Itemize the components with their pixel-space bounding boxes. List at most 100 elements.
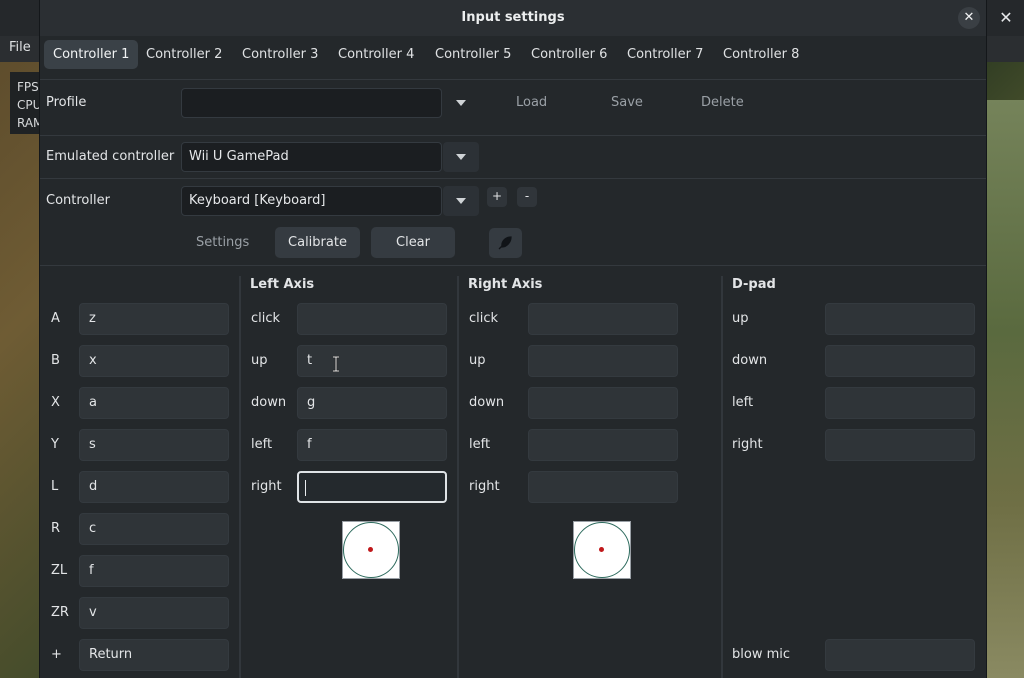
right-axis-right-label: right bbox=[469, 479, 500, 494]
button-a-value: z bbox=[89, 311, 96, 326]
button-y-mapping[interactable]: s bbox=[79, 429, 229, 461]
column-divider bbox=[239, 276, 241, 678]
tab-controller-1[interactable]: Controller 1 bbox=[44, 40, 139, 69]
feather-button[interactable] bbox=[489, 228, 522, 258]
left-axis-left-mapping[interactable]: f bbox=[297, 429, 447, 461]
tab-controller-2[interactable]: Controller 2 bbox=[137, 40, 231, 69]
left-axis-up-mapping[interactable]: t bbox=[297, 345, 447, 377]
button-y-value: s bbox=[89, 437, 96, 452]
button-l-value: d bbox=[89, 479, 98, 494]
button-x-value: a bbox=[89, 395, 97, 410]
dpad-down-mapping[interactable] bbox=[825, 345, 975, 377]
profile-dropdown-button[interactable] bbox=[443, 88, 479, 118]
feather-icon bbox=[498, 236, 512, 250]
right-axis-click-mapping[interactable] bbox=[528, 303, 678, 335]
left-axis-down-value: g bbox=[307, 395, 316, 410]
left-axis-up-value: t bbox=[307, 353, 313, 368]
left-stick-preview bbox=[342, 521, 400, 579]
left-stick-position-dot bbox=[368, 547, 373, 552]
button-label-b: B bbox=[51, 353, 60, 368]
emulated-controller-select[interactable]: Wii U GamePad bbox=[181, 142, 442, 172]
controller-select[interactable]: Keyboard [Keyboard] bbox=[181, 186, 442, 216]
right-axis-right-mapping[interactable] bbox=[528, 471, 678, 503]
button-label-zl: ZL bbox=[51, 563, 68, 578]
button-plus-mapping[interactable]: Return bbox=[79, 639, 229, 671]
save-button[interactable]: Save bbox=[611, 95, 643, 110]
calibrate-button[interactable]: Calibrate bbox=[275, 227, 360, 258]
dpad-up-mapping[interactable] bbox=[825, 303, 975, 335]
button-label-x: X bbox=[51, 395, 60, 410]
add-controller-button[interactable]: + bbox=[487, 187, 507, 207]
left-axis-left-label: left bbox=[251, 437, 273, 452]
profile-input[interactable] bbox=[181, 88, 442, 118]
emulated-controller-label: Emulated controller bbox=[46, 149, 175, 164]
dpad-left-label: left bbox=[732, 395, 754, 410]
left-axis-down-label: down bbox=[251, 395, 287, 410]
left-axis-right-mapping[interactable] bbox=[297, 471, 447, 503]
dpad-right-mapping[interactable] bbox=[825, 429, 975, 461]
button-l-mapping[interactable]: d bbox=[79, 471, 229, 503]
right-axis-title: Right Axis bbox=[468, 277, 543, 292]
profile-label: Profile bbox=[46, 95, 87, 110]
blow-mic-mapping[interactable] bbox=[825, 639, 975, 671]
left-axis-title: Left Axis bbox=[250, 277, 315, 292]
settings-button[interactable]: Settings bbox=[196, 235, 249, 250]
right-axis-down-mapping[interactable] bbox=[528, 387, 678, 419]
controller-dropdown-button[interactable] bbox=[443, 186, 479, 216]
remove-controller-button[interactable]: - bbox=[517, 187, 537, 207]
tab-controller-4[interactable]: Controller 4 bbox=[329, 40, 423, 69]
button-b-mapping[interactable]: x bbox=[79, 345, 229, 377]
clear-button[interactable]: Clear bbox=[371, 227, 455, 258]
left-axis-up-label: up bbox=[251, 353, 268, 368]
divider bbox=[40, 79, 986, 80]
tab-controller-8[interactable]: Controller 8 bbox=[714, 40, 808, 69]
button-zr-value: v bbox=[89, 605, 97, 620]
dpad-up-label: up bbox=[732, 311, 749, 326]
button-x-mapping[interactable]: a bbox=[79, 387, 229, 419]
right-axis-click-label: click bbox=[469, 311, 499, 326]
button-a-mapping[interactable]: z bbox=[79, 303, 229, 335]
tab-controller-6[interactable]: Controller 6 bbox=[522, 40, 616, 69]
button-label-y: Y bbox=[51, 437, 59, 452]
emulated-controller-dropdown-button[interactable] bbox=[443, 142, 479, 172]
close-icon[interactable]: ✕ bbox=[958, 7, 980, 29]
dialog-title: Input settings bbox=[461, 10, 565, 25]
menu-file[interactable]: File bbox=[9, 40, 31, 55]
right-stick-preview bbox=[573, 521, 631, 579]
controller-label: Controller bbox=[46, 193, 110, 208]
button-b-value: x bbox=[89, 353, 97, 368]
right-stick-position-dot bbox=[599, 547, 604, 552]
tab-controller-5[interactable]: Controller 5 bbox=[426, 40, 520, 69]
right-axis-up-label: up bbox=[469, 353, 486, 368]
button-label-r: R bbox=[51, 521, 61, 536]
divider bbox=[40, 265, 986, 266]
button-zl-mapping[interactable]: f bbox=[79, 555, 229, 587]
dpad-title: D-pad bbox=[732, 277, 776, 292]
chevron-down-icon bbox=[456, 198, 466, 204]
button-zl-value: f bbox=[89, 563, 94, 578]
right-axis-left-mapping[interactable] bbox=[528, 429, 678, 461]
tab-controller-3[interactable]: Controller 3 bbox=[233, 40, 327, 69]
chevron-down-icon bbox=[456, 100, 466, 106]
tab-controller-7[interactable]: Controller 7 bbox=[618, 40, 712, 69]
blow-mic-label: blow mic bbox=[732, 647, 791, 662]
button-r-mapping[interactable]: c bbox=[79, 513, 229, 545]
divider bbox=[40, 178, 986, 179]
button-zr-mapping[interactable]: v bbox=[79, 597, 229, 629]
dpad-left-mapping[interactable] bbox=[825, 387, 975, 419]
left-axis-click-mapping[interactable] bbox=[297, 303, 447, 335]
text-caret bbox=[305, 480, 306, 496]
dpad-down-label: down bbox=[732, 353, 768, 368]
button-label-plus: + bbox=[51, 647, 62, 662]
emulated-controller-value: Wii U GamePad bbox=[189, 149, 289, 164]
background-scene-strip bbox=[985, 100, 1024, 678]
delete-button[interactable]: Delete bbox=[701, 95, 744, 110]
right-axis-up-mapping[interactable] bbox=[528, 345, 678, 377]
chevron-down-icon bbox=[456, 154, 466, 160]
button-label-l: L bbox=[51, 479, 59, 494]
background-close-icon[interactable]: ✕ bbox=[996, 8, 1016, 28]
button-label-zr: ZR bbox=[51, 605, 69, 620]
load-button[interactable]: Load bbox=[516, 95, 547, 110]
divider bbox=[40, 135, 986, 136]
left-axis-down-mapping[interactable]: g bbox=[297, 387, 447, 419]
